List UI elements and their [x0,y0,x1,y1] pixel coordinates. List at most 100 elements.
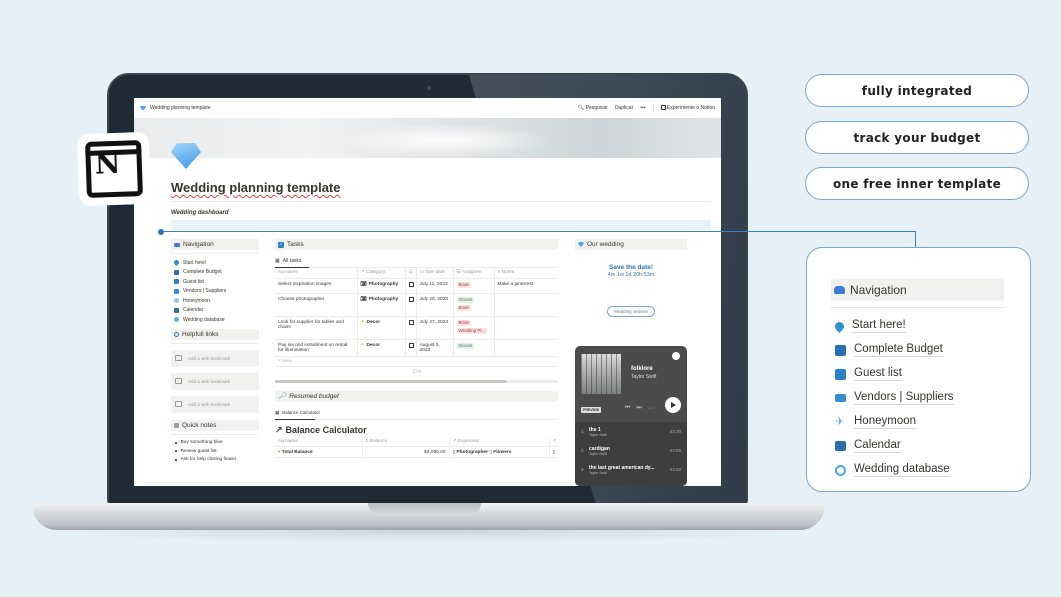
tab-balance-calculator[interactable]: ▦ Balance Calculator [275,410,558,420]
album-cover[interactable] [581,354,621,394]
nav-item-calendar[interactable]: Calendar [171,306,259,316]
expense-link[interactable]: Photographer [456,450,487,455]
column-header[interactable]: ☰ Assignee [453,268,495,279]
nav-item-honeymoon[interactable]: ✈︎ Honeymoon [835,410,954,434]
assignee-tag[interactable]: Wedding Pl... [456,327,488,334]
column-header[interactable]: Aa Name [275,268,358,279]
play-button[interactable] [665,397,681,413]
note-item[interactable]: Ask for help closing flower [171,456,259,465]
nav-item-wedding-database[interactable]: Wedding database [835,458,954,482]
task-name[interactable]: Choose photographer [275,293,358,317]
column-header[interactable]: ↗ Category [357,268,406,279]
due-date[interactable]: July 26, 2023 [416,293,454,317]
column-header[interactable]: ↗ [549,437,558,447]
nav-item-honeymoon[interactable]: Honeymoon [171,296,259,306]
assignee-tag[interactable]: Bride [456,304,472,311]
divider [171,253,259,254]
notes-cell[interactable] [494,316,558,340]
diamond-icon[interactable] [171,143,201,169]
search-button[interactable]: 🔍︎ Pesquisar [578,105,608,111]
column-header[interactable]: ↗ Expenses [449,437,550,447]
track-item[interactable]: 2 cardigan Taylor Swift 03:59 [575,441,687,460]
assignee-tag[interactable]: Groom [456,342,475,349]
category-cell[interactable]: 📷︎ Photography [361,297,402,302]
nav-item-guest-list[interactable]: Guest list [171,277,259,287]
table-row[interactable]: Look for supplier for tables and chairs … [275,316,558,340]
wedding-website-button[interactable]: Wedding website [607,306,655,317]
next-icon[interactable]: ⏭︎ [636,405,641,412]
previous-icon[interactable]: ⏮︎ [625,405,630,412]
nav-item-vendors[interactable]: Vendors | Suppliers [171,287,259,297]
task-name[interactable]: Select inspiration images [275,278,358,294]
notes-cell[interactable] [494,339,558,357]
nav-item-complete-budget[interactable]: Complete Budget [171,268,259,278]
table-row[interactable]: Pay second installment on rental for ill… [275,339,558,357]
calculate-row[interactable]: ☑ 0 [275,367,558,378]
balance-value[interactable]: $4,090.00 [362,446,450,458]
connector-line [162,231,915,232]
notes-cell[interactable]: Make a pinterest [494,278,558,294]
nav-item-start-here[interactable]: Start here! [833,314,954,338]
category-cell[interactable]: ✦ Decor [361,320,402,325]
assignee-tag[interactable]: Bride [456,281,472,288]
album-artist[interactable]: Taylor Swift [631,374,657,380]
more-button[interactable]: ••• [640,105,645,111]
column-header[interactable]: Σ Balance [362,437,450,447]
horizontal-scrollbar[interactable] [275,379,558,383]
column-header[interactable]: ≡ Notes [494,268,558,279]
arrow-link-icon: ↗ [275,424,283,435]
extra-cell[interactable]: ▯ [549,446,558,458]
table-row[interactable]: Select inspiration images 📷︎ Photography … [275,278,558,294]
more-icon[interactable]: ⋯ [648,405,654,412]
column-header-checkbox[interactable]: ☑ [405,268,417,279]
breadcrumb[interactable]: Wedding planning template [140,105,211,111]
track-item[interactable]: 1 the 1 Taylor Swift 03:30 [575,422,687,441]
nav-item-complete-budget[interactable]: Complete Budget [835,338,954,362]
task-checkbox[interactable] [408,342,414,348]
nav-item-vendors[interactable]: Vendors | Suppliers [835,386,954,410]
note-item[interactable]: Buy something blue [171,439,259,448]
scrollbar-thumb[interactable] [275,379,508,383]
track-item[interactable]: 3 the last great american dy... Taylor Sw… [575,460,687,479]
try-notion-button[interactable]: Experimente o Notion [660,105,715,111]
nav-item-start-here[interactable]: Start here! [171,258,259,268]
nav-item-guest-list[interactable]: Guest list [835,362,954,386]
task-checkbox[interactable] [408,296,414,302]
due-date[interactable]: July 27, 2023 [416,316,454,340]
tab-all-tasks[interactable]: ▦ All tasks [275,258,558,268]
nav-label: Complete Budget [854,343,943,357]
due-date[interactable]: July 11, 2023 [416,278,454,294]
balance-calculator-title[interactable]: ↗ Balance Calculator [275,425,558,436]
web-bookmark[interactable]: Add a web bookmark [171,372,259,390]
assignee-tag[interactable]: Groom [456,296,475,303]
due-date[interactable]: August 3, 2023 [416,339,454,357]
task-checkbox[interactable] [408,281,414,287]
table-row[interactable]: ♦ Total Balance $4,090.00 ▯ Photographer… [275,446,558,458]
expense-link[interactable]: Flowers [493,450,511,455]
spotify-logo-icon[interactable] [672,352,680,360]
task-name[interactable]: Pay second installment on rental for ill… [275,339,358,357]
column-header[interactable]: Aa Name [275,437,363,447]
assignee-tag[interactable]: Bride [456,319,472,326]
balance-name-cell[interactable]: ♦ Total Balance [275,446,363,458]
category-cell[interactable]: 📷︎ Photography [361,282,402,287]
new-task-button[interactable]: + New [275,357,558,367]
duplicate-button[interactable]: Duplicar [615,105,633,111]
web-bookmark[interactable]: Add a web bookmark [171,395,259,413]
column-header[interactable]: ▭ Due date [416,268,454,279]
nav-item-calendar[interactable]: Calendar [835,434,954,458]
task-name[interactable]: Look for supplier for tables and chairs [275,316,358,340]
page-title[interactable]: Wedding planning template [171,180,340,195]
note-item[interactable]: Review guest list [171,447,259,456]
notes-cell[interactable] [494,293,558,317]
table-view-icon: ▦ [275,409,280,415]
nav-item-wedding-database[interactable]: Wedding database [171,315,259,325]
table-row[interactable]: Choose photographer 📷︎ Photography July 2… [275,293,558,317]
category-cell[interactable]: ✦ Decor [361,343,402,348]
album-title[interactable]: folklore [631,366,653,372]
web-bookmark[interactable]: Add a web bookmark [171,349,259,367]
task-checkbox[interactable] [408,319,414,325]
expenses-cell[interactable]: ▯ Photographer ▯ Flowers [449,446,550,458]
navigation-heading: Navigation [171,239,259,250]
camera-icon: 📷︎ [360,296,367,302]
